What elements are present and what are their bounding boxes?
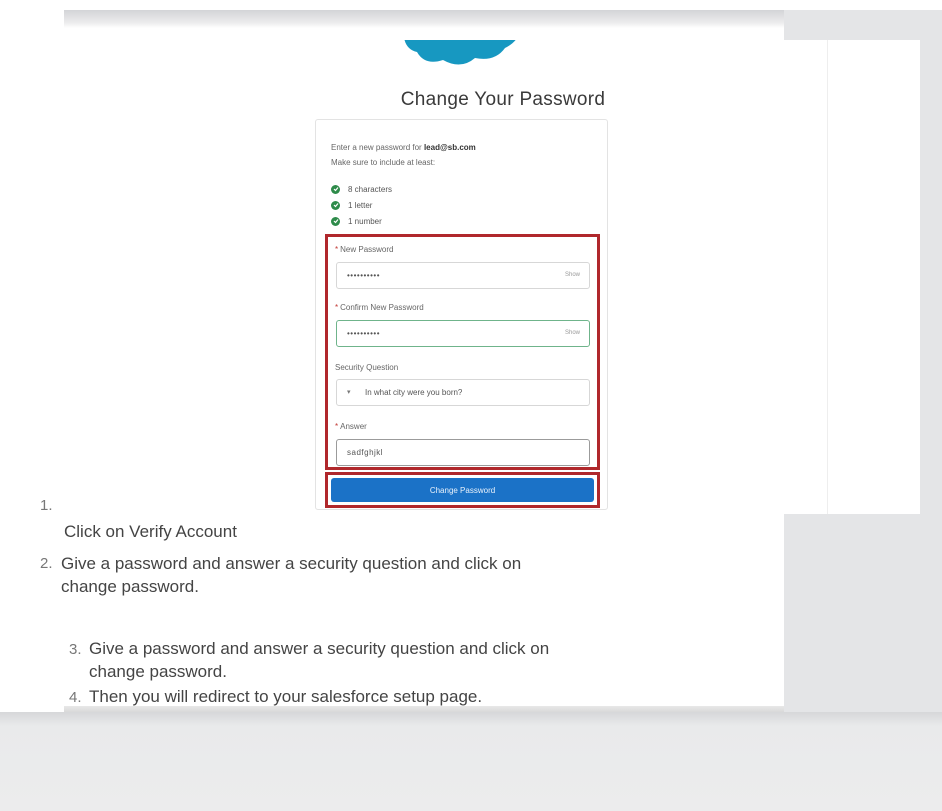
step-4-number: 4. bbox=[69, 689, 82, 706]
intro-text: Enter a new password for bbox=[331, 143, 422, 152]
answer-value: sadfghjkl bbox=[347, 448, 384, 457]
screenshot-divider bbox=[827, 40, 828, 514]
step-1-number: 1. bbox=[40, 497, 53, 514]
intro-text-2: Make sure to include at least: bbox=[331, 158, 436, 167]
answer-label: * Answer bbox=[335, 422, 367, 431]
step-1-text: Click on Verify Account bbox=[64, 522, 237, 541]
screenshot-panel: Change Your Password Enter a new passwor… bbox=[93, 40, 920, 514]
change-password-button[interactable]: Change Password bbox=[331, 478, 594, 502]
change-password-card: Enter a new password for lead@sb.com Mak… bbox=[315, 119, 608, 510]
bottom-gray-area bbox=[0, 712, 942, 811]
requirement-item: 1 letter bbox=[331, 197, 392, 213]
new-password-label: * New Password bbox=[335, 245, 394, 254]
password-requirements: 8 characters 1 letter 1 number bbox=[331, 181, 392, 229]
step-2-text-continued: change password. bbox=[61, 577, 199, 596]
requirement-item: 8 characters bbox=[331, 181, 392, 197]
step-4-text: Then you will redirect to your salesforc… bbox=[89, 687, 483, 706]
chevron-down-icon: ▾ bbox=[347, 389, 351, 396]
security-question-select[interactable]: ▾ In what city were you born? bbox=[336, 379, 590, 406]
confirm-password-value: •••••••••• bbox=[347, 329, 381, 338]
check-icon bbox=[331, 200, 340, 210]
document-top-shadow bbox=[64, 10, 784, 28]
step-2-text: Give a password and answer a security qu… bbox=[61, 554, 522, 573]
step-2-number: 2. bbox=[40, 555, 53, 572]
highlighted-fields-box: * New Password •••••••••• Show * Confirm N… bbox=[325, 234, 600, 470]
check-icon bbox=[331, 216, 340, 226]
requirement-label: 8 characters bbox=[348, 184, 393, 194]
page-title: Change Your Password bbox=[400, 89, 606, 110]
instructions-text: Enter a new password for lead@sb.com Mak… bbox=[331, 140, 601, 170]
show-password-toggle[interactable]: Show bbox=[565, 272, 580, 278]
answer-input[interactable]: sadfghjkl bbox=[336, 439, 590, 466]
step-3-number: 3. bbox=[69, 641, 82, 658]
step-3-text: Give a password and answer a security qu… bbox=[89, 639, 550, 658]
confirm-password-label: * Confirm New Password bbox=[335, 303, 424, 312]
confirm-password-input[interactable]: •••••••••• Show bbox=[336, 320, 590, 347]
salesforce-cloud-icon bbox=[404, 40, 516, 65]
step-3-text-continued: change password. bbox=[89, 662, 227, 681]
highlighted-button-box: Change Password bbox=[325, 472, 600, 508]
check-icon bbox=[331, 184, 340, 194]
security-question-value: In what city were you born? bbox=[365, 388, 463, 397]
requirement-label: 1 number bbox=[348, 216, 382, 226]
show-confirm-toggle[interactable]: Show bbox=[565, 330, 580, 336]
new-password-value: •••••••••• bbox=[347, 271, 381, 280]
requirement-item: 1 number bbox=[331, 213, 392, 229]
requirement-label: 1 letter bbox=[348, 200, 373, 210]
new-password-input[interactable]: •••••••••• Show bbox=[336, 262, 590, 289]
security-question-label: Security Question bbox=[335, 363, 399, 372]
user-email: lead@sb.com bbox=[423, 143, 476, 152]
